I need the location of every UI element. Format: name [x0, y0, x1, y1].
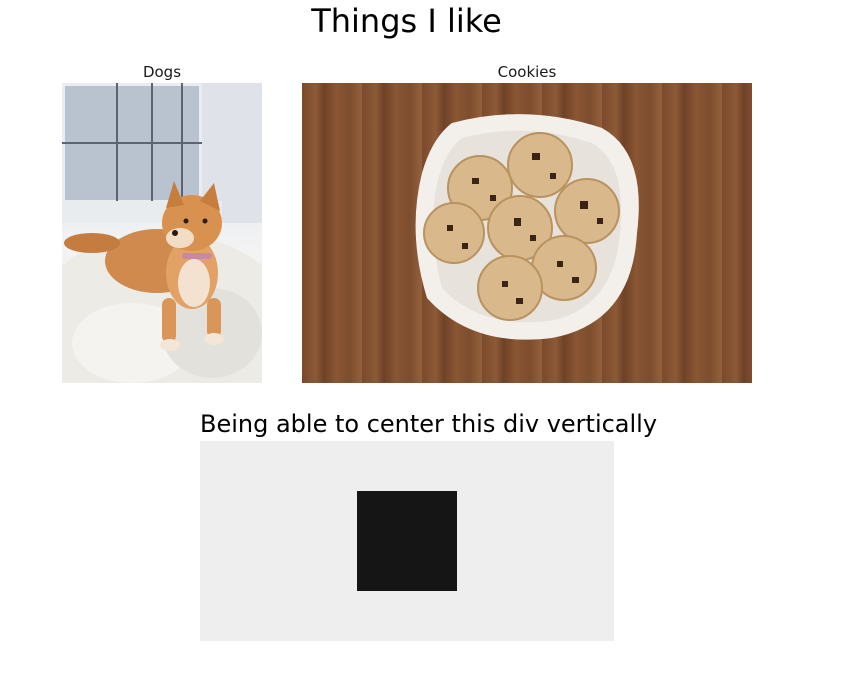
page: Things I like Dogs Cookies Being able to… [0, 0, 851, 693]
page-title: Things I like [311, 2, 502, 40]
centered-square [357, 491, 457, 591]
dogs-caption: Dogs [142, 63, 182, 81]
cookies-caption: Cookies [497, 63, 557, 81]
centering-heading: Being able to center this div vertically [200, 410, 658, 438]
dog-photo [62, 83, 262, 383]
centering-container [200, 441, 614, 641]
cookies-photo [302, 83, 752, 383]
